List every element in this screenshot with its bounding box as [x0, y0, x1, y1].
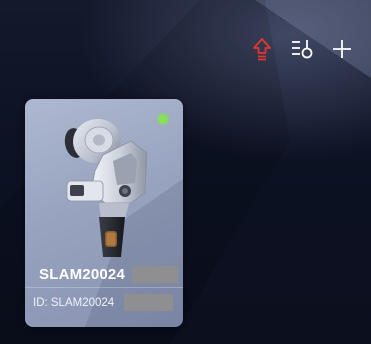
card-divider — [25, 287, 183, 288]
upload-button[interactable] — [249, 36, 275, 62]
redacted-name-suffix — [132, 266, 178, 283]
redacted-id-suffix — [124, 294, 173, 311]
device-card[interactable]: SLAM20024 ID: SLAM20024 — [25, 99, 183, 327]
filter-settings-icon — [292, 40, 313, 59]
filter-settings-button[interactable] — [289, 36, 315, 62]
upload-icon — [253, 38, 271, 61]
handheld-scanner-image — [64, 118, 148, 257]
device-name: SLAM20024 — [39, 266, 126, 283]
device-list-screen: SLAM20024 ID: SLAM20024 — [0, 0, 371, 344]
device-id: ID: SLAM20024 — [33, 297, 115, 309]
toolbar — [249, 34, 355, 64]
add-device-button[interactable] — [329, 36, 355, 62]
add-icon — [333, 40, 351, 58]
online-status-dot — [158, 114, 168, 124]
